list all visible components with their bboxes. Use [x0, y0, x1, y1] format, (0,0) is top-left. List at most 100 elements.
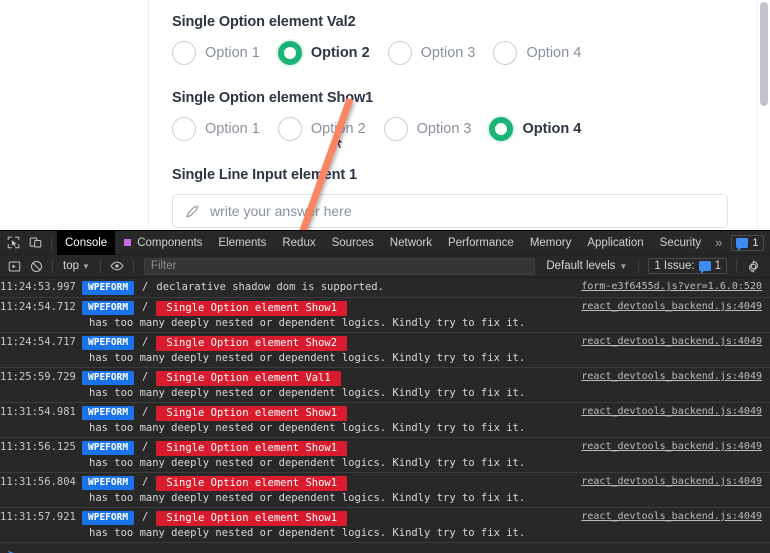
- tab-label: Security: [659, 236, 702, 249]
- inspect-element-icon[interactable]: [2, 232, 24, 254]
- clear-console-icon[interactable]: [25, 255, 47, 277]
- radio-label: Option 3: [416, 121, 472, 137]
- console-row[interactable]: 11:31:54.981 WPEFORM / Single Option ele…: [0, 403, 770, 438]
- console-row[interactable]: 11:24:53.997 WPEFORM / declarative shado…: [0, 278, 770, 298]
- log-detail: has too many deeply nested or dependent …: [89, 457, 526, 469]
- log-source-link[interactable]: react_devtools_backend.js:4049: [581, 371, 762, 382]
- radio-circle[interactable]: [277, 117, 302, 141]
- filterbar-divider: [638, 259, 640, 273]
- radio-circle[interactable]: [387, 41, 412, 65]
- log-detail: has too many deeply nested or dependent …: [89, 492, 526, 504]
- console-row[interactable]: 11:24:54.712 WPEFORM / Single Option ele…: [0, 298, 770, 333]
- log-error-badge: Single Option element Show1: [156, 511, 348, 526]
- radio-option[interactable]: Option 1: [172, 41, 260, 65]
- log-source-link[interactable]: react_devtools_backend.js:4049: [581, 406, 762, 417]
- radio-circle[interactable]: [493, 41, 518, 65]
- log-source-link[interactable]: react_devtools_backend.js:4049: [581, 476, 762, 487]
- radio-option[interactable]: Option 4: [493, 41, 581, 65]
- console-log-list[interactable]: 11:24:53.997 WPEFORM / declarative shado…: [0, 278, 770, 553]
- radio-circle[interactable]: [172, 117, 196, 141]
- log-timestamp: 11:31:54.981: [0, 406, 76, 418]
- log-source-link[interactable]: react_devtools_backend.js:4049: [581, 301, 762, 312]
- devtools-tabbar: Console Components Elements Redux Source…: [0, 230, 770, 255]
- log-source-link[interactable]: react_devtools_backend.js:4049: [581, 441, 762, 452]
- tab-label: Redux: [282, 236, 316, 249]
- tab-sources[interactable]: Sources: [324, 231, 382, 255]
- console-row[interactable]: 11:25:59.729 WPEFORM / Single Option ele…: [0, 368, 770, 403]
- form-container: Single Option element Val2 Option 1 Opti…: [150, 0, 750, 230]
- live-expression-icon[interactable]: [106, 255, 128, 277]
- log-source-link[interactable]: react_devtools_backend.js:4049: [581, 511, 762, 522]
- single-line-input[interactable]: write your answer here: [172, 194, 728, 228]
- tabbar-issue-chip[interactable]: 1: [731, 234, 764, 251]
- radio-option[interactable]: Option 4: [489, 117, 581, 141]
- device-toolbar-icon[interactable]: [24, 232, 46, 254]
- log-source-link[interactable]: react_devtools_backend.js:4049: [581, 336, 762, 347]
- console-prompt[interactable]: >: [0, 543, 770, 553]
- log-separator: /: [142, 441, 149, 453]
- execution-context-select[interactable]: top ▼: [58, 260, 95, 272]
- tab-performance[interactable]: Performance: [440, 231, 522, 255]
- radio-label: Option 1: [205, 45, 260, 61]
- tab-application[interactable]: Application: [579, 231, 651, 255]
- log-source-tag: WPEFORM: [82, 371, 135, 385]
- pen-icon: [186, 204, 199, 217]
- log-timestamp: 11:24:54.712: [0, 301, 76, 313]
- console-row[interactable]: 11:31:56.125 WPEFORM / Single Option ele…: [0, 438, 770, 473]
- tab-redux[interactable]: Redux: [274, 231, 323, 255]
- field-title: Single Option element Show1: [172, 90, 374, 106]
- react-components-icon: [123, 238, 133, 247]
- log-source-tag: WPEFORM: [82, 281, 135, 295]
- log-error-badge: Single Option element Show1: [156, 441, 348, 456]
- filterbar-divider: [52, 259, 53, 273]
- chevron-down-icon: ▼: [619, 261, 628, 271]
- console-filter-input[interactable]: Filter: [143, 257, 536, 275]
- execute-snippet-icon[interactable]: [3, 255, 25, 277]
- form-field-single-line-input: Single Line Input element 1 write your a…: [150, 141, 750, 228]
- page-scrollbar-thumb[interactable]: [760, 2, 768, 106]
- page-scrollbar[interactable]: [757, 0, 770, 230]
- radio-circle-selected[interactable]: [277, 41, 302, 65]
- log-timestamp: 11:24:54.717: [0, 336, 76, 348]
- tab-label: Components: [137, 236, 203, 249]
- console-row[interactable]: 11:31:57.921 WPEFORM / Single Option ele…: [0, 508, 770, 543]
- radio-option[interactable]: Option 3: [387, 41, 476, 65]
- prompt-caret-icon: >: [8, 547, 15, 553]
- radio-label: Option 2: [310, 121, 366, 137]
- tab-security[interactable]: Security: [652, 231, 710, 255]
- radio-circle[interactable]: [383, 117, 408, 141]
- radio-option[interactable]: Option 1: [172, 117, 260, 141]
- radio-group-val2: Option 1 Option 2 Option 3 Option 4: [172, 41, 728, 65]
- log-detail: has too many deeply nested or dependent …: [89, 422, 526, 434]
- log-separator: /: [142, 301, 149, 313]
- tab-elements[interactable]: Elements: [210, 231, 274, 255]
- console-row[interactable]: 11:24:54.717 WPEFORM / Single Option ele…: [0, 333, 770, 368]
- log-source-tag: WPEFORM: [82, 336, 135, 350]
- tab-console[interactable]: Console: [57, 230, 116, 255]
- tab-network[interactable]: Network: [382, 231, 440, 255]
- tab-label: Sources: [331, 236, 374, 249]
- radio-option[interactable]: Option 2: [277, 41, 370, 65]
- radio-circle[interactable]: [172, 41, 196, 65]
- log-levels-select[interactable]: Default levels ▼: [540, 260, 633, 272]
- log-detail: has too many deeply nested or dependent …: [89, 527, 526, 539]
- log-source-link[interactable]: form-e3f6455d.js?ver=1.6.0:520: [581, 281, 762, 292]
- issues-pill[interactable]: 1 Issue: 1: [648, 258, 727, 274]
- log-detail: has too many deeply nested or dependent …: [89, 352, 526, 364]
- tab-label: Console: [65, 236, 108, 249]
- radio-label: Option 2: [310, 45, 370, 61]
- log-message: declarative shadow dom is supported.: [156, 281, 384, 293]
- radio-option[interactable]: Option 3: [383, 117, 472, 141]
- tab-components[interactable]: Components: [115, 231, 210, 255]
- tab-label: Performance: [447, 236, 514, 249]
- radio-option[interactable]: Option 2: [277, 117, 366, 141]
- more-tabs-chevron-icon[interactable]: »: [709, 235, 728, 250]
- log-separator: /: [142, 371, 149, 383]
- console-settings-icon[interactable]: [742, 255, 764, 277]
- tab-memory[interactable]: Memory: [522, 231, 580, 255]
- log-timestamp: 11:25:59.729: [0, 371, 76, 383]
- console-row[interactable]: 11:31:56.804 WPEFORM / Single Option ele…: [0, 473, 770, 508]
- radio-circle-selected[interactable]: [489, 117, 514, 141]
- radio-label: Option 3: [420, 45, 476, 61]
- log-separator: /: [142, 336, 149, 348]
